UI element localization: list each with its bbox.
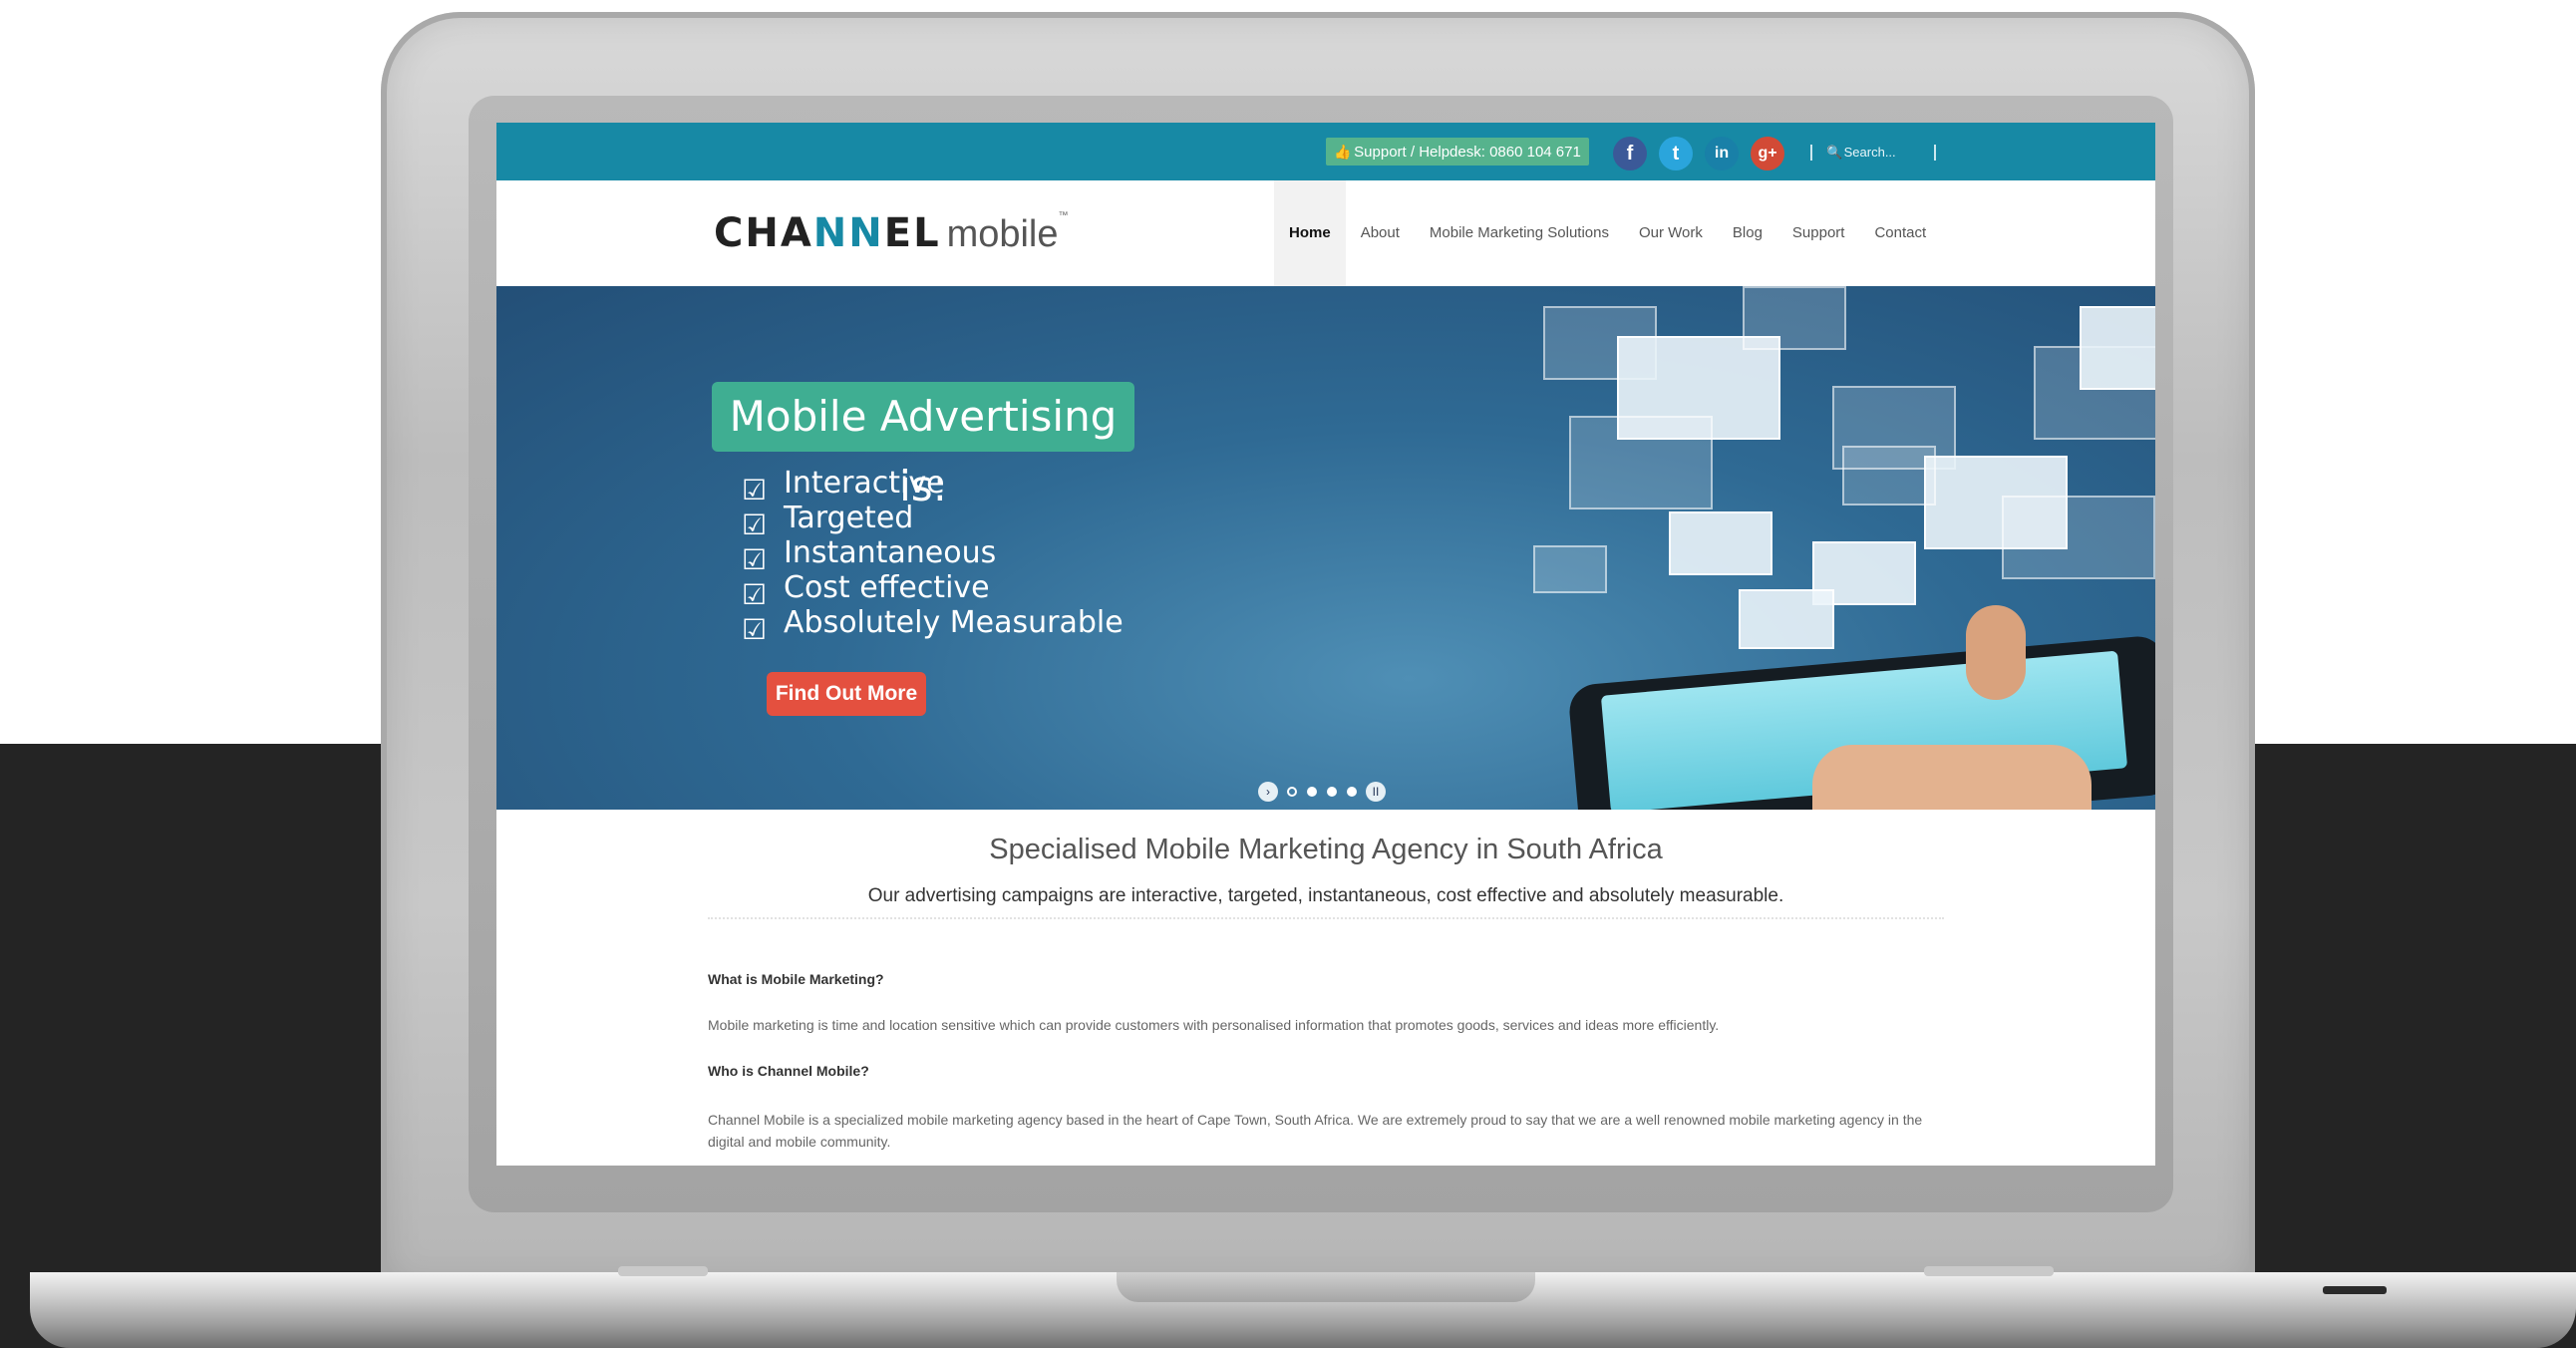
list-item: ☑ Cost effective (742, 570, 990, 611)
slider-dot[interactable] (1327, 787, 1337, 797)
slider-dot[interactable] (1287, 787, 1297, 797)
paragraph: Channel Mobile is a specialized mobile m… (708, 1112, 1923, 1150)
checkbox-checked-icon: ☑ (742, 612, 768, 646)
facebook-icon[interactable]: f (1613, 137, 1647, 170)
laptop-hinge-left (618, 1266, 708, 1276)
section-headline: Specialised Mobile Marketing Agency in S… (989, 834, 1663, 865)
checkbox-checked-icon: ☑ (742, 473, 768, 506)
checkbox-checked-icon: ☑ (742, 577, 768, 611)
question-heading: Who is Channel Mobile? (708, 1063, 869, 1079)
hand-illustration (1812, 745, 2092, 810)
helpdesk-badge[interactable]: 👍 Support / Helpdesk: 0860 104 671 (1326, 138, 1589, 166)
checkbox-checked-icon: ☑ (742, 507, 768, 541)
list-item: ☑ Targeted (742, 501, 914, 541)
intro-section: Specialised Mobile Marketing Agency in S… (496, 810, 2155, 1166)
paragraph: Mobile marketing is time and location se… (708, 1017, 1720, 1033)
slider-controls: › II (1254, 781, 1390, 803)
channel-mobile-logo[interactable]: CHANNEL mobile™ (714, 210, 1069, 256)
search-icon: 🔍 (1826, 145, 1843, 160)
slider-dot[interactable] (1307, 787, 1317, 797)
hero-feature-list: ☑ Interactive ☑ Targeted ☑ Instantaneous ☑ C… (742, 466, 1124, 646)
helpdesk-text: Support / Helpdesk: 0860 104 671 (1354, 144, 1581, 161)
list-item: ☑ Absolutely Measurable (742, 605, 1124, 646)
divider (708, 917, 1944, 919)
pause-icon[interactable]: II (1366, 782, 1386, 802)
top-bar: 👍 Support / Helpdesk: 0860 104 671 f t i… (496, 123, 2155, 180)
question-heading: What is Mobile Marketing? (708, 971, 884, 987)
site-header: CHANNEL mobile™ Home About Mobile Marketi… (496, 180, 2155, 287)
hero-slider: Mobile Advertising is: ☑ Interactive ☑ Tar… (496, 286, 2155, 810)
search-placeholder: Search... (1843, 145, 1896, 160)
find-out-more-button[interactable]: Find Out More (767, 672, 926, 716)
nav-our-work[interactable]: Our Work (1624, 180, 1718, 286)
list-item: ☑ Instantaneous (742, 535, 997, 576)
nav-mobile-marketing-solutions[interactable]: Mobile Marketing Solutions (1415, 180, 1624, 286)
checkbox-checked-icon: ☑ (742, 542, 768, 576)
nav-support[interactable]: Support (1777, 180, 1860, 286)
divider (1934, 145, 1936, 161)
linkedin-icon[interactable]: in (1705, 137, 1739, 170)
nav-blog[interactable]: Blog (1718, 180, 1777, 286)
nav-about[interactable]: About (1346, 180, 1415, 286)
search-input[interactable]: 🔍 Search... (1826, 141, 1926, 165)
list-item: ☑ Interactive (742, 466, 945, 506)
google-plus-icon[interactable]: g+ (1751, 137, 1784, 170)
main-nav: Home About Mobile Marketing Solutions Ou… (1274, 180, 1941, 286)
nav-home[interactable]: Home (1274, 180, 1346, 286)
slider-dot[interactable] (1347, 787, 1357, 797)
hero-title: Mobile Advertising is: (712, 382, 1134, 510)
laptop-slot (2323, 1286, 2387, 1294)
laptop-screen: 👍 Support / Helpdesk: 0860 104 671 f t i… (496, 123, 2155, 1166)
hand-illustration (1966, 605, 2026, 700)
nav-contact[interactable]: Contact (1859, 180, 1941, 286)
trademark-mark: ™ (1058, 210, 1069, 221)
thumbs-up-icon: 👍 (1334, 144, 1352, 160)
next-slide-icon[interactable]: › (1258, 782, 1278, 802)
logo-text: CHANNEL (714, 210, 941, 256)
twitter-icon[interactable]: t (1659, 137, 1693, 170)
laptop-notch (1117, 1272, 1535, 1302)
logo-mobile-text: mobile (946, 213, 1059, 255)
laptop-hinge-right (1924, 1266, 2054, 1276)
section-subline: Our advertising campaigns are interactiv… (867, 885, 1784, 906)
divider (1810, 145, 1812, 161)
